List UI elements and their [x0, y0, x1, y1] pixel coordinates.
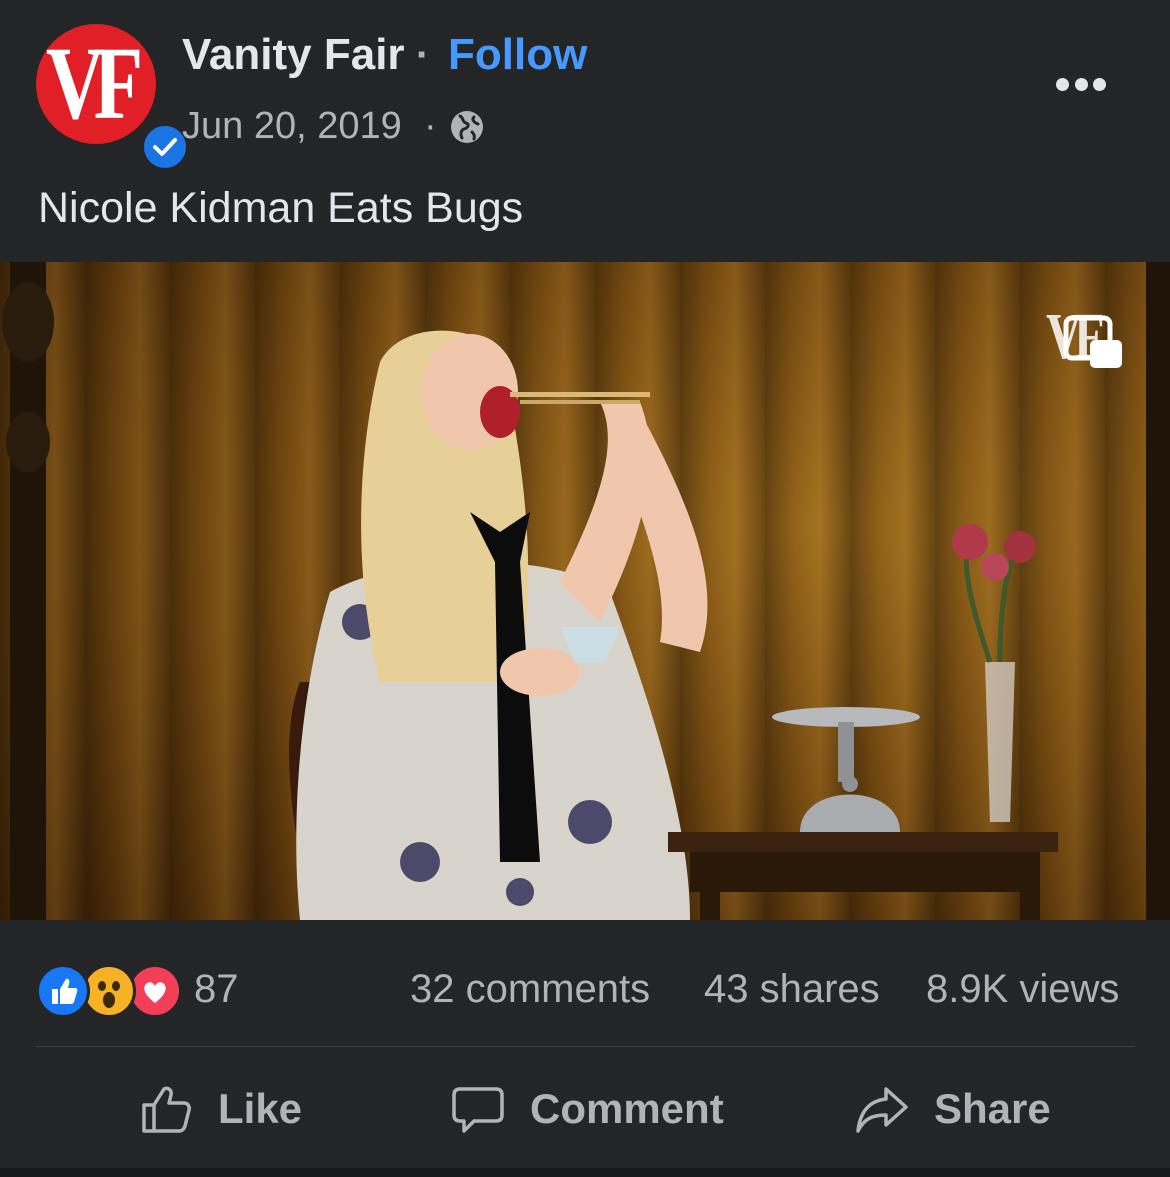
reaction-summary[interactable] [36, 964, 186, 1018]
follow-button[interactable]: Follow [448, 30, 587, 80]
share-button[interactable]: Share [854, 1074, 1051, 1144]
avatar-logo-text: VF [46, 26, 143, 141]
more-options-button[interactable] [1046, 62, 1116, 106]
comment-bubble-icon [452, 1087, 504, 1133]
date-separator: · [424, 105, 437, 147]
shares-count[interactable]: 43 shares [704, 964, 880, 1014]
comment-label: Comment [530, 1085, 724, 1132]
video-player[interactable]: VF [0, 262, 1170, 920]
comments-count[interactable]: 32 comments [410, 964, 650, 1014]
page-avatar[interactable]: VF [36, 24, 190, 172]
thumbs-up-icon [142, 1086, 191, 1133]
picture-in-picture-icon[interactable] [1060, 310, 1124, 374]
love-reaction-icon [128, 964, 182, 1018]
post-caption: Nicole Kidman Eats Bugs [38, 184, 524, 232]
post-date[interactable]: Jun 20, 2019 [182, 102, 402, 150]
views-count: 8.9K views [926, 967, 1120, 1011]
feed-post: VF Vanity Fair · Follow Jun 20, 2019 · N… [0, 0, 1170, 1177]
more-dots-icon [1056, 77, 1069, 91]
video-frame [2, 262, 1170, 920]
post-bottom-border [0, 1168, 1170, 1177]
more-dots-icon [1074, 77, 1088, 91]
like-reaction-icon [36, 964, 90, 1018]
comment-button[interactable]: Comment [450, 1074, 724, 1144]
vanity-fair-logo: VF [36, 24, 156, 144]
wow-reaction-icon [82, 964, 136, 1018]
share-arrow-icon [856, 1087, 908, 1133]
reaction-count[interactable]: 87 [194, 964, 239, 1014]
share-label: Share [934, 1085, 1051, 1132]
globe-icon [451, 111, 483, 143]
name-separator: · [416, 33, 430, 77]
divider [36, 1046, 1134, 1047]
page-name[interactable]: Vanity Fair [182, 30, 405, 80]
like-label: Like [218, 1085, 303, 1132]
like-button[interactable]: Like [138, 1074, 302, 1144]
more-dots-icon [1093, 77, 1106, 91]
